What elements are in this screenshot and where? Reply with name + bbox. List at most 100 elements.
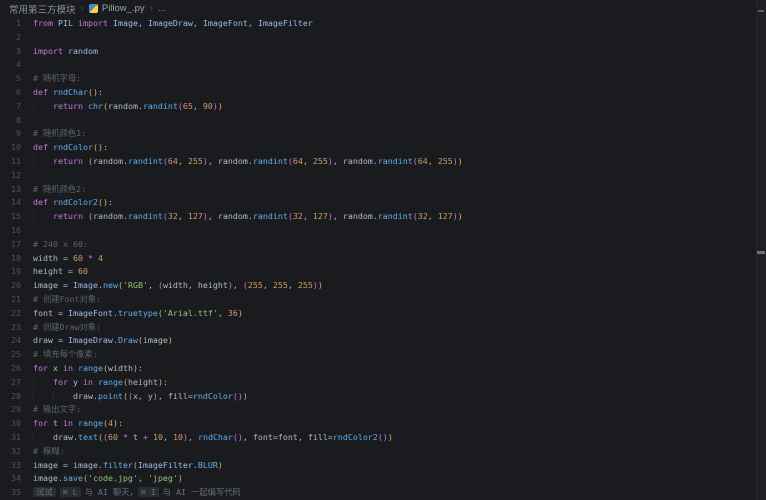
chevron-right-icon: › xyxy=(150,3,153,14)
line-number: 34 xyxy=(0,472,21,486)
code-line[interactable]: 19height = 60 xyxy=(0,265,756,279)
code-line[interactable]: 34image.save('code.jpg', 'jpeg') xyxy=(0,472,756,486)
line-number: 10 xyxy=(0,141,21,155)
line-number: 4 xyxy=(0,58,21,72)
line-content: # 随机颜色2: xyxy=(21,183,86,197)
line-content: # 创建Draw对象: xyxy=(21,321,101,335)
line-content: draw.text((60 * t + 10, 10), rndChar(), … xyxy=(21,431,393,445)
line-content: def rndColor2(): xyxy=(21,196,113,210)
code-line[interactable]: 32# 模糊: xyxy=(0,445,756,459)
code-line[interactable]: 13# 随机颜色2: xyxy=(0,183,756,197)
code-line[interactable]: 17# 240 x 60: xyxy=(0,238,756,252)
code-line[interactable]: 10def rndColor(): xyxy=(0,141,756,155)
code-line[interactable]: 5# 随机字母: xyxy=(0,72,756,86)
line-content: # 240 x 60: xyxy=(21,238,88,252)
code-line[interactable]: 20image = Image.new('RGB', (width, heigh… xyxy=(0,279,756,293)
line-content: image = image.filter(ImageFilter.BLUR) xyxy=(21,459,223,473)
line-content: # 填充每个像素: xyxy=(21,348,98,362)
line-content: image = Image.new('RGB', (width, height)… xyxy=(21,279,323,293)
code-line[interactable]: 14def rndColor2(): xyxy=(0,196,756,210)
code-line[interactable]: 7 return chr(random.randint(65, 90)) xyxy=(0,100,756,114)
overview-ruler-mark xyxy=(758,10,764,12)
code-line[interactable]: 23# 创建Draw对象: xyxy=(0,321,756,335)
line-number: 16 xyxy=(0,224,21,238)
code-editor[interactable]: 1from PIL import Image, ImageDraw, Image… xyxy=(0,17,756,500)
line-number: 21 xyxy=(0,293,21,307)
code-line[interactable]: 27 for y in range(height): xyxy=(0,376,756,390)
line-content xyxy=(21,31,33,45)
line-number: 32 xyxy=(0,445,21,459)
code-line[interactable]: 25# 填充每个像素: xyxy=(0,348,756,362)
line-content xyxy=(21,169,33,183)
code-line[interactable]: 24draw = ImageDraw.Draw(image) xyxy=(0,334,756,348)
breadcrumb-file[interactable]: Pillow_.py xyxy=(89,3,145,14)
line-number: 15 xyxy=(0,210,21,224)
line-number: 22 xyxy=(0,307,21,321)
line-number: 2 xyxy=(0,31,21,45)
line-number: 12 xyxy=(0,169,21,183)
code-line[interactable]: 16 xyxy=(0,224,756,238)
line-content: # 输出文字: xyxy=(21,403,81,417)
line-content: return (random.randint(64, 255), random.… xyxy=(21,155,463,169)
hint-text: 与 AI 聊天， xyxy=(85,487,138,497)
line-content: from PIL import Image, ImageDraw, ImageF… xyxy=(21,17,313,31)
line-number: 23 xyxy=(0,321,21,335)
code-line[interactable]: 31 draw.text((60 * t + 10, 10), rndChar(… xyxy=(0,431,756,445)
code-line[interactable]: 21# 创建Font对象: xyxy=(0,293,756,307)
code-line[interactable]: 33image = image.filter(ImageFilter.BLUR) xyxy=(0,459,756,473)
line-content: for t in range(4): xyxy=(21,417,123,431)
line-content: for y in range(height): xyxy=(21,376,168,390)
code-line[interactable]: 8 xyxy=(0,114,756,128)
line-number: 28 xyxy=(0,390,21,404)
line-number: 33 xyxy=(0,459,21,473)
code-line[interactable]: 6def rndChar(): xyxy=(0,86,756,100)
line-number: 9 xyxy=(0,127,21,141)
line-number: 30 xyxy=(0,417,21,431)
line-content xyxy=(21,58,33,72)
line-number: 35 xyxy=(0,486,21,500)
code-line[interactable]: 30for t in range(4): xyxy=(0,417,756,431)
line-number: 13 xyxy=(0,183,21,197)
line-number: 5 xyxy=(0,72,21,86)
code-line[interactable]: 26for x in range(width): xyxy=(0,362,756,376)
code-lines: 1from PIL import Image, ImageDraw, Image… xyxy=(0,17,756,500)
code-line[interactable]: 18width = 60 * 4 xyxy=(0,252,756,266)
code-line[interactable]: 29# 输出文字: xyxy=(0,403,756,417)
line-number: 31 xyxy=(0,431,21,445)
breadcrumb-symbol-ellipsis[interactable]: ... xyxy=(158,3,166,14)
code-line[interactable]: 9# 随机颜色1: xyxy=(0,127,756,141)
breadcrumb: 常用第三方模块 › Pillow_.py › ... xyxy=(0,0,766,17)
code-line[interactable]: 11 return (random.randint(64, 255), rand… xyxy=(0,155,756,169)
line-content: draw.point((x, y), fill=rndColor()) xyxy=(21,390,248,404)
ai-hint-line[interactable]: 35试试⌘ L与 AI 聊天，⌘ I与 AI 一起编写代码 xyxy=(0,486,756,500)
code-line[interactable]: 28 draw.point((x, y), fill=rndColor()) xyxy=(0,390,756,404)
editor-scrollbar[interactable] xyxy=(756,0,766,500)
line-content: draw = ImageDraw.Draw(image) xyxy=(21,334,173,348)
line-content: return chr(random.randint(65, 90)) xyxy=(21,100,223,114)
code-line[interactable]: 15 return (random.randint(32, 127), rand… xyxy=(0,210,756,224)
code-line[interactable]: 12 xyxy=(0,169,756,183)
line-number: 25 xyxy=(0,348,21,362)
line-content: width = 60 * 4 xyxy=(21,252,103,266)
line-number: 8 xyxy=(0,114,21,128)
line-number: 26 xyxy=(0,362,21,376)
line-number: 6 xyxy=(0,86,21,100)
hint-keycap: ⌘ L xyxy=(60,487,81,497)
code-line[interactable]: 4 xyxy=(0,58,756,72)
line-number: 14 xyxy=(0,196,21,210)
overview-ruler-mark xyxy=(757,251,765,254)
line-content: import random xyxy=(21,45,98,59)
line-content xyxy=(21,224,33,238)
code-line[interactable]: 2 xyxy=(0,31,756,45)
code-line[interactable]: 22font = ImageFont.truetype('Arial.ttf',… xyxy=(0,307,756,321)
breadcrumb-folder[interactable]: 常用第三方模块 xyxy=(9,2,76,16)
line-content: 试试⌘ L与 AI 聊天，⌘ I与 AI 一起编写代码 xyxy=(21,486,241,500)
line-content: def rndColor(): xyxy=(21,141,108,155)
code-line[interactable]: 1from PIL import Image, ImageDraw, Image… xyxy=(0,17,756,31)
line-number: 18 xyxy=(0,252,21,266)
line-content: # 模糊: xyxy=(21,445,65,459)
line-content: # 随机颜色1: xyxy=(21,127,86,141)
line-content xyxy=(21,114,33,128)
code-line[interactable]: 3import random xyxy=(0,45,756,59)
hint-text: 与 AI 一起编写代码 xyxy=(163,487,241,497)
